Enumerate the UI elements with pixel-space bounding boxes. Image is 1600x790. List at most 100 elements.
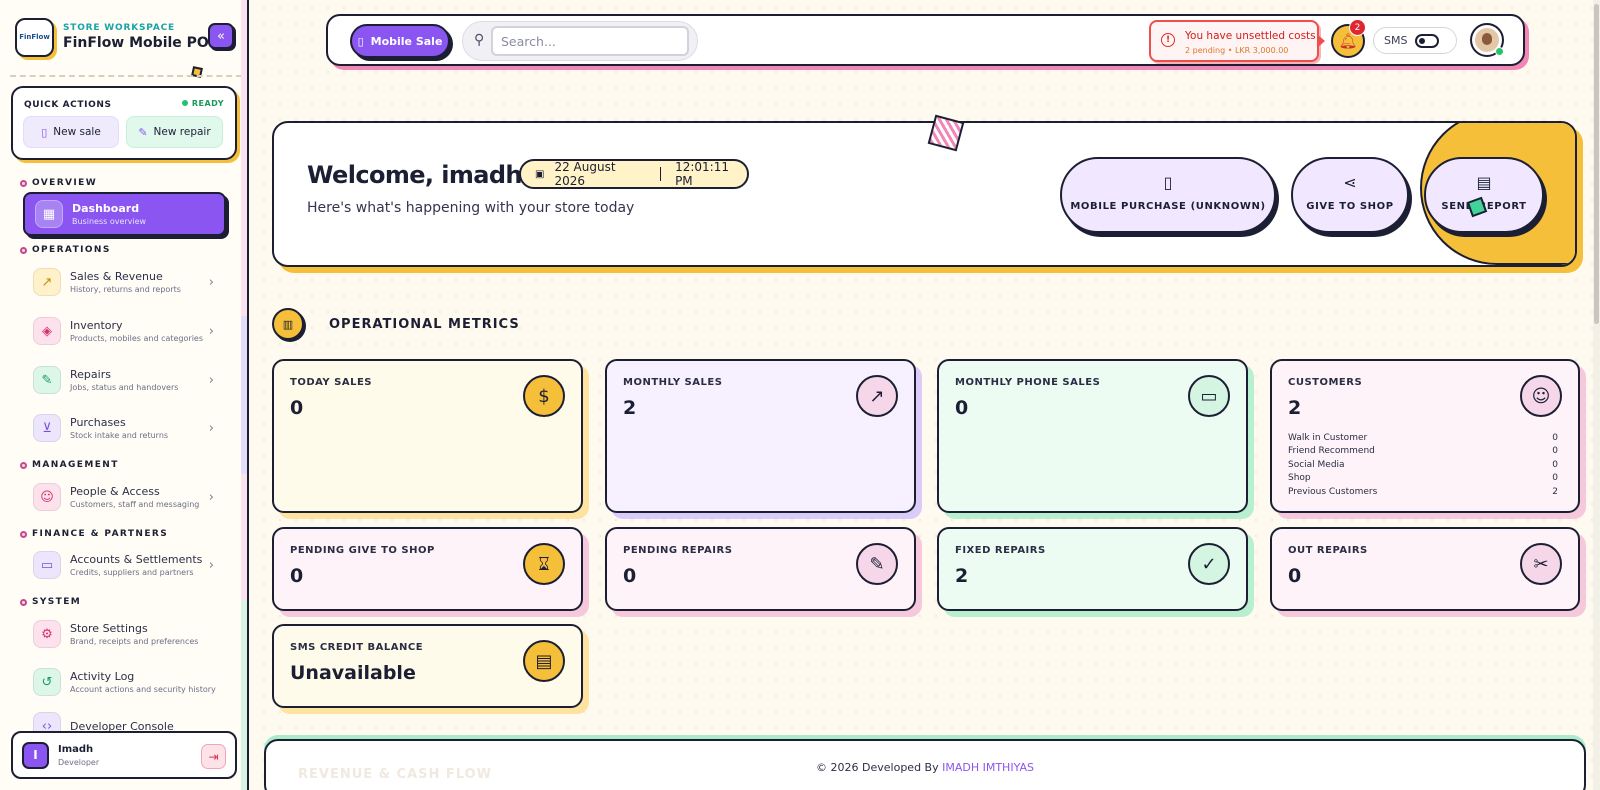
alert-title: You have unsettled costs bbox=[1185, 30, 1316, 42]
sidebar-item-sales[interactable]: ↗ Sales & Revenue History, returns and re… bbox=[23, 260, 226, 304]
new-repair-label: New repair bbox=[153, 126, 211, 138]
sidebar-item-accounts[interactable]: ▭ Accounts & Settlements Credits, supplie… bbox=[23, 543, 226, 587]
sidebar-item-repairs[interactable]: ✎ Repairs Jobs, status and handovers › bbox=[23, 358, 226, 402]
nav-subtitle: Brand, receipts and preferences bbox=[70, 637, 199, 646]
card-label: PENDING GIVE TO SHOP bbox=[290, 545, 435, 556]
section-label: OPERATIONS bbox=[32, 245, 111, 255]
message-icon: ▤ bbox=[523, 640, 565, 682]
user-card[interactable]: I Imadh Developer ⇥ bbox=[11, 731, 237, 779]
nav-subtitle: Business overview bbox=[72, 217, 147, 226]
pending-give-to-shop-card[interactable]: PENDING GIVE TO SHOP 0 ⌛︎ bbox=[272, 527, 583, 611]
customers-card[interactable]: CUSTOMERS 2 ☺ Walk in Customer 0 Friend R… bbox=[1270, 359, 1580, 513]
nav-subtitle: Account actions and security history bbox=[70, 685, 216, 694]
nav-title: Accounts & Settlements bbox=[70, 553, 203, 566]
nav-title: Store Settings bbox=[70, 622, 148, 635]
mobile-sale-label: Mobile Sale bbox=[370, 34, 443, 48]
section-label: FINANCE & PARTNERS bbox=[32, 529, 169, 539]
current-date: 22 August 2026 bbox=[554, 160, 616, 188]
chevron-right-icon: › bbox=[208, 489, 214, 505]
toggle-switch[interactable] bbox=[1415, 33, 1440, 48]
nav-subtitle: Stock intake and returns bbox=[70, 431, 169, 440]
store-logo: FinFlow bbox=[15, 17, 54, 57]
card-label: CUSTOMERS bbox=[1288, 377, 1363, 388]
sms-label: SMS bbox=[1384, 34, 1408, 47]
users-icon: ☺ bbox=[1520, 375, 1562, 417]
breakdown-row: Walk in Customer 0 bbox=[1288, 433, 1558, 446]
top-header: ▯ Mobile Sale ⚲ ! You have unsettled cost… bbox=[326, 14, 1525, 66]
nav-title: People & Access bbox=[70, 485, 160, 498]
breakdown-value: 0 bbox=[1552, 446, 1558, 457]
out-repairs-card[interactable]: OUT REPAIRS 0 ✂ bbox=[1270, 527, 1580, 611]
search-input[interactable] bbox=[491, 26, 689, 56]
sidebar-item-activity-log[interactable]: ↺ Activity Log Account actions and securi… bbox=[23, 660, 226, 704]
fixed-repairs-card[interactable]: FIXED REPAIRS 2 ✓ bbox=[937, 527, 1248, 611]
nav-title: Dashboard bbox=[72, 202, 140, 215]
wrench-icon: ✎ bbox=[33, 366, 61, 394]
brand[interactable]: FinFlow STORE WORKSPACE FinFlow Mobile P… bbox=[15, 17, 230, 57]
tools-icon: ✂ bbox=[1520, 543, 1562, 585]
sms-toggle[interactable]: SMS bbox=[1373, 27, 1457, 54]
nav-subtitle: Credits, suppliers and partners bbox=[70, 568, 194, 577]
ready-status: READY bbox=[182, 99, 224, 108]
sidebar-item-store-settings[interactable]: ⚙ Store Settings Brand, receipts and pref… bbox=[23, 612, 226, 656]
nav-subtitle: Jobs, status and handovers bbox=[70, 383, 179, 392]
sidebar-item-people[interactable]: ☺ People & Access Customers, staff and me… bbox=[23, 475, 226, 519]
sidebar-item-purchases[interactable]: ⊻ Purchases Stock intake and returns › bbox=[23, 406, 226, 450]
breakdown-label: Friend Recommend bbox=[1288, 446, 1375, 457]
new-sale-button[interactable]: ▯ New sale bbox=[23, 116, 119, 148]
sidebar-item-inventory[interactable]: ◈ Inventory Products, mobiles and categor… bbox=[23, 309, 226, 353]
nav-subtitle: Customers, staff and messaging bbox=[70, 500, 200, 509]
pending-repairs-card[interactable]: PENDING REPAIRS 0 ✎ bbox=[605, 527, 916, 611]
new-repair-button[interactable]: ✎ New repair bbox=[126, 116, 223, 148]
sidebar-item-dashboard[interactable]: ▦ Dashboard Business overview bbox=[23, 192, 226, 236]
card-value: 2 bbox=[955, 565, 969, 587]
section-label: SYSTEM bbox=[32, 597, 82, 607]
share-icon: ⋖ bbox=[1343, 173, 1357, 192]
profile-avatar[interactable] bbox=[1470, 23, 1504, 57]
unsettled-costs-alert[interactable]: ! You have unsettled costs 2 pending • L… bbox=[1149, 20, 1325, 62]
message-icon: ▤ bbox=[1476, 173, 1492, 192]
developer-link[interactable]: IMADH IMTHIYAS bbox=[942, 761, 1034, 774]
copyright-text: © 2026 Developed By bbox=[816, 761, 939, 774]
monthly-phone-sales-card[interactable]: MONTHLY PHONE SALES 0 ▭ bbox=[937, 359, 1248, 513]
box-icon: ◈ bbox=[33, 317, 61, 345]
sms-credit-card[interactable]: SMS CREDIT BALANCE Unavailable ▤ bbox=[272, 624, 583, 708]
section-operations: OPERATIONS bbox=[20, 245, 111, 255]
card-label: FIXED REPAIRS bbox=[955, 545, 1046, 556]
monthly-sales-card[interactable]: MONTHLY SALES 2 ↗ bbox=[605, 359, 916, 513]
card-value: 0 bbox=[1288, 565, 1302, 587]
collapse-sidebar-button[interactable]: « bbox=[208, 23, 234, 49]
give-to-shop-label: GIVE TO SHOP bbox=[1306, 201, 1394, 212]
breakdown-row: Friend Recommend 0 bbox=[1288, 446, 1558, 459]
breakdown-value: 2 bbox=[1552, 486, 1558, 497]
alert-icon: ! bbox=[1161, 33, 1175, 47]
new-sale-label: New sale bbox=[53, 126, 101, 138]
breakdown-row: Social Media 0 bbox=[1288, 460, 1558, 473]
hourglass-icon: ⌛︎ bbox=[523, 543, 565, 585]
give-to-shop-button[interactable]: ⋖ GIVE TO SHOP bbox=[1291, 157, 1409, 233]
send-report-button[interactable]: ▤ SEND REPORT bbox=[1424, 157, 1544, 233]
welcome-title: Welcome, imadh! bbox=[307, 161, 533, 189]
today-sales-card[interactable]: TODAY SALES 0 $ bbox=[272, 359, 583, 513]
breakdown-value: 0 bbox=[1552, 433, 1558, 443]
notification-badge: 2 bbox=[1349, 19, 1366, 36]
breakdown-label: Shop bbox=[1288, 473, 1311, 484]
nav-title: Sales & Revenue bbox=[70, 270, 163, 283]
mobile-purchase-button[interactable]: ▯ MOBILE PURCHASE (UNKNOWN) bbox=[1060, 157, 1276, 233]
section-overview: OVERVIEW bbox=[20, 178, 97, 188]
online-indicator bbox=[1495, 47, 1504, 56]
scrollbar-thumb[interactable] bbox=[1594, 4, 1599, 324]
chevron-right-icon: › bbox=[208, 323, 214, 339]
page-scrollbar[interactable] bbox=[1593, 0, 1600, 790]
calendar-icon: ▣ bbox=[535, 168, 545, 180]
trend-icon: ↗ bbox=[33, 268, 61, 296]
nav-title: Inventory bbox=[70, 319, 123, 332]
mobile-sale-button[interactable]: ▯ Mobile Sale bbox=[350, 24, 450, 58]
check-circle-icon: ✓ bbox=[1188, 543, 1230, 585]
grid-icon: ▦ bbox=[35, 200, 63, 228]
card-value: 0 bbox=[955, 397, 969, 419]
section-label: MANAGEMENT bbox=[32, 460, 119, 470]
card-value: 0 bbox=[290, 397, 304, 419]
logout-button[interactable]: ⇥ bbox=[201, 744, 226, 769]
user-role: Developer bbox=[58, 757, 100, 767]
